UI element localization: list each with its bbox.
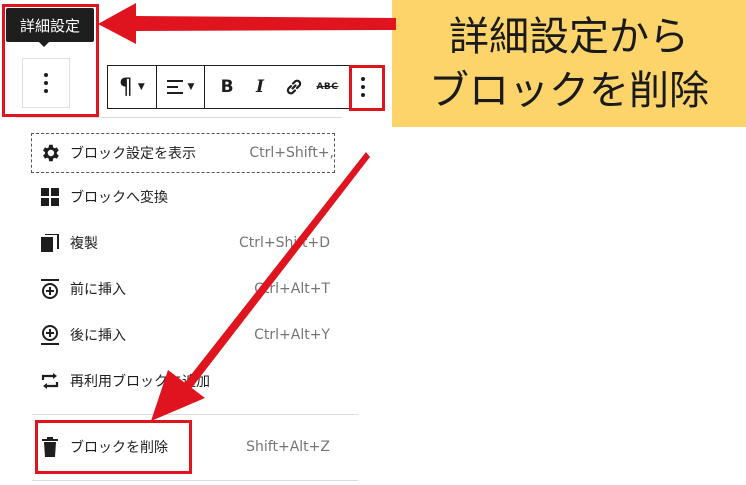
menu-bottom-divider <box>32 480 358 481</box>
duplicate-icon <box>38 231 62 255</box>
menu-item-shortcut: Ctrl+Alt+Y <box>254 327 330 343</box>
menu-item-label: 前に挿入 <box>70 282 126 298</box>
menu-item-label: 後に挿入 <box>70 328 126 344</box>
italic-button[interactable]: I <box>243 66 277 108</box>
paragraph-icon: ¶ <box>118 74 133 100</box>
reusable-icon <box>38 369 62 393</box>
menu-item-shortcut: Ctrl+Shift+D <box>239 235 330 251</box>
align-button[interactable]: ▼ <box>157 66 205 108</box>
instruction-callout: 詳細設定から ブロックを削除 <box>392 0 746 127</box>
highlight-delete-block <box>35 420 192 474</box>
menu-item-show-block-settings[interactable]: ブロック設定を表示 Ctrl+Shift+, <box>31 133 335 173</box>
highlight-left-more-button <box>2 4 99 117</box>
link-icon <box>286 79 301 95</box>
menu-item-shortcut: Ctrl+Alt+T <box>254 281 330 297</box>
menu-divider <box>32 414 358 415</box>
toolbar-divider <box>204 66 206 108</box>
caret-down-icon: ▼ <box>137 82 145 92</box>
menu-item-shortcut: Shift+Alt+Z <box>246 439 330 455</box>
menu-item-label: 複製 <box>70 236 98 252</box>
menu-item-shortcut: Ctrl+Shift+, <box>249 145 334 161</box>
grid-icon <box>38 185 62 209</box>
menu-item-convert-block[interactable]: ブロックへ変換 <box>38 178 330 216</box>
menu-item-duplicate[interactable]: 複製 Ctrl+Shift+D <box>38 224 330 262</box>
bold-button[interactable]: B <box>211 66 243 108</box>
arrow-to-left-button <box>98 3 396 44</box>
menu-item-label: ブロック設定を表示 <box>70 146 196 162</box>
caret-down-icon: ▼ <box>187 82 195 92</box>
block-toolbar: ¶ ▼ ▼ B I ABC <box>107 65 383 109</box>
callout-line-2: ブロックを削除 <box>429 67 709 114</box>
link-button[interactable] <box>277 66 311 108</box>
menu-item-label: ブロックへ変換 <box>70 190 168 206</box>
gear-icon <box>38 141 62 165</box>
menu-item-insert-after[interactable]: 後に挿入 Ctrl+Alt+Y <box>38 316 330 354</box>
highlight-toolbar-more-button <box>349 65 385 111</box>
insert-after-icon <box>38 323 62 347</box>
align-left-icon <box>166 80 183 94</box>
menu-item-insert-before[interactable]: 前に挿入 Ctrl+Alt+T <box>38 270 330 308</box>
callout-line-1: 詳細設定から <box>449 13 689 60</box>
strikethrough-button[interactable]: ABC <box>311 66 345 108</box>
menu-item-label: 再利用ブロックに追加 <box>70 374 210 390</box>
paragraph-type-button[interactable]: ¶ ▼ <box>108 66 156 108</box>
insert-before-icon <box>38 277 62 301</box>
menu-item-add-reusable[interactable]: 再利用ブロックに追加 <box>38 362 330 400</box>
